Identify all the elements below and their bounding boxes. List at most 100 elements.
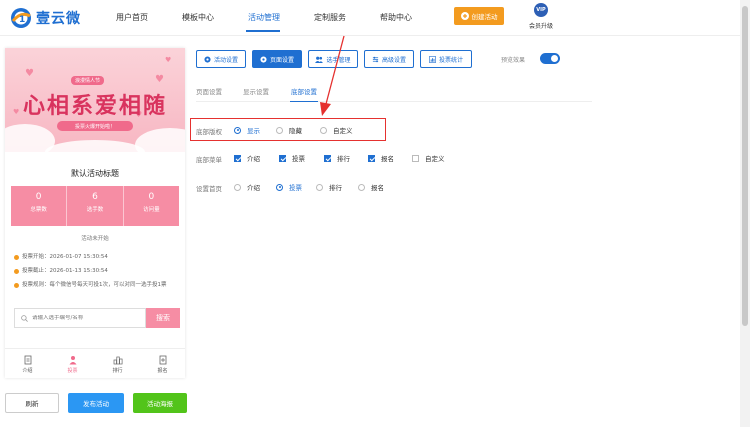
nav-item-activity-management[interactable]: 活动管理: [248, 12, 280, 23]
option-label: 排行: [337, 155, 350, 163]
tab-label: 选手管理: [326, 56, 351, 64]
banner-subtitle: 浪漫情人节: [71, 76, 105, 85]
publish-activity-button[interactable]: 发布活动: [68, 393, 124, 413]
brand-logo[interactable]: 1 壹云微: [10, 7, 81, 29]
top-navigation-bar: 1 壹云微 用户首页 模板中心 活动管理 定制服务 帮助中心 创建活动 VIP …: [0, 0, 750, 36]
ranking-icon: [113, 356, 122, 365]
stat-total-votes: 0 总票数: [11, 186, 66, 226]
stats-panel: 0 总票数 6 选手数 0 访问量: [11, 186, 179, 226]
page-scrollbar-thumb[interactable]: [742, 6, 748, 326]
tab-activity-settings[interactable]: 活动设置: [196, 50, 246, 68]
vip-upgrade[interactable]: VIP 会员升级: [526, 3, 556, 30]
vote-rule-text: 投票规则：每个微信号每天可投1次，可以对同一选手投1票: [22, 282, 167, 288]
vote-end-text: 投票截止：2026-01-13 15:30:54: [22, 268, 108, 274]
nav-item-custom-service[interactable]: 定制服务: [314, 12, 346, 23]
document-icon: [24, 355, 31, 365]
subtab-active-indicator: [290, 101, 318, 102]
tab-contestant-management[interactable]: 选手管理: [308, 50, 358, 68]
checkbox-icon: [279, 154, 286, 162]
home-page-ranking[interactable]: 排行: [316, 182, 342, 192]
stat-value: 0: [148, 192, 155, 202]
stat-contestants: 6 选手数: [66, 186, 122, 226]
home-page-signup[interactable]: 报名: [358, 182, 384, 192]
heart-icon: ♥: [155, 74, 164, 85]
contestant-search-input[interactable]: [32, 315, 142, 321]
radio-icon: [316, 183, 323, 191]
activity-poster-button[interactable]: 活动海报: [133, 393, 187, 413]
vote-rule-info: 投票规则：每个微信号每天可投1次，可以对同一选手投1票: [14, 282, 176, 290]
tab-label: 活动设置: [213, 56, 238, 64]
tab-intro[interactable]: 介绍: [5, 349, 50, 378]
search-button[interactable]: 搜索: [146, 308, 180, 328]
bottom-menu-intro[interactable]: 介绍: [234, 153, 260, 163]
activity-status: 活动未开始: [81, 236, 109, 242]
activity-title: 默认活动标题: [71, 169, 119, 178]
tab-signup-label: 报名: [157, 368, 168, 374]
svg-text:1: 1: [19, 15, 25, 25]
nav-active-indicator: [246, 30, 280, 32]
contestant-search-box: [14, 308, 146, 328]
sliders-icon: [372, 56, 379, 62]
signup-icon: [159, 355, 166, 365]
home-page-intro[interactable]: 介绍: [234, 182, 260, 192]
preview-banner: ♥ ♥ ♥ ♥ ♥ 浪漫情人节 心相系爱相随 投票火爆开始啦！: [5, 48, 185, 152]
subtab-bottom-settings[interactable]: 底部设置: [291, 86, 317, 96]
bottom-menu-vote[interactable]: 投票: [279, 153, 305, 163]
banner-cta: 投票火爆开始啦！: [57, 121, 133, 131]
subtab-page-settings[interactable]: 页面设置: [196, 86, 222, 96]
tab-vote-label: 投票: [67, 368, 78, 374]
clock-icon: [14, 255, 19, 260]
tab-ranking[interactable]: 排行: [95, 349, 140, 378]
tab-page-settings[interactable]: 页面设置: [252, 50, 302, 68]
clock-icon: [14, 269, 19, 274]
tab-vote-statistics[interactable]: 投票统计: [420, 50, 472, 68]
vip-upgrade-label: 会员升级: [528, 23, 553, 30]
mobile-preview: ♥ ♥ ♥ ♥ ♥ 浪漫情人节 心相系爱相随 投票火爆开始啦！ 默认活动标题 0…: [5, 48, 185, 378]
stat-value: 0: [35, 192, 42, 202]
bottom-menu-label: 底部菜单: [196, 156, 222, 164]
create-activity-button[interactable]: 创建活动: [454, 7, 504, 25]
option-label: 报名: [381, 155, 394, 163]
user-icon: [69, 356, 76, 365]
tab-label: 页面设置: [269, 56, 294, 64]
refresh-button[interactable]: 刷新: [5, 393, 59, 413]
heart-icon: ♥: [25, 68, 34, 79]
vote-end-info: 投票截止：2026-01-13 15:30:54: [14, 268, 108, 276]
logo-icon: 1: [11, 8, 31, 28]
search-icon: [21, 314, 28, 322]
tab-advanced-settings[interactable]: 高级设置: [364, 50, 414, 68]
tab-vote[interactable]: 投票: [50, 349, 95, 378]
bottom-menu-signup[interactable]: 报名: [368, 153, 394, 163]
checkbox-icon: [368, 154, 375, 162]
stat-visits: 0 访问量: [122, 186, 179, 226]
bottom-menu-custom[interactable]: 自定义: [412, 153, 445, 163]
option-label: 介绍: [247, 184, 260, 192]
preview-effect-toggle[interactable]: [540, 53, 560, 64]
option-label: 排行: [329, 184, 342, 192]
nav-item-home[interactable]: 用户首页: [116, 12, 148, 23]
radio-icon: [358, 183, 365, 191]
bottom-menu-ranking[interactable]: 排行: [324, 153, 350, 163]
info-icon: [14, 283, 19, 288]
tab-signup[interactable]: 报名: [140, 349, 185, 378]
users-icon: [315, 56, 324, 63]
create-activity-label: 创建活动: [471, 13, 498, 21]
nav-item-templates[interactable]: 模板中心: [182, 12, 214, 23]
banner-title: 心相系爱相随: [22, 93, 167, 119]
option-label: 投票: [289, 184, 302, 192]
subtab-display-settings[interactable]: 显示设置: [243, 86, 269, 96]
vote-start-info: 投票开始：2026-01-07 15:30:54: [14, 254, 108, 262]
home-page-vote[interactable]: 投票: [276, 182, 302, 192]
checkbox-icon: [324, 154, 331, 162]
gear-icon: [204, 55, 211, 63]
stat-label: 选手数: [86, 207, 104, 213]
radio-icon: [234, 183, 241, 191]
home-page-label: 设置首页: [196, 185, 222, 193]
checkbox-icon: [234, 154, 241, 162]
plus-circle-icon: [460, 12, 469, 20]
vip-badge-icon: VIP: [534, 3, 548, 17]
stat-value: 6: [92, 192, 98, 202]
nav-item-help[interactable]: 帮助中心: [380, 12, 412, 23]
checkbox-icon: [412, 154, 419, 162]
preview-tabbar: 介绍 投票 排行 报名: [5, 348, 185, 378]
